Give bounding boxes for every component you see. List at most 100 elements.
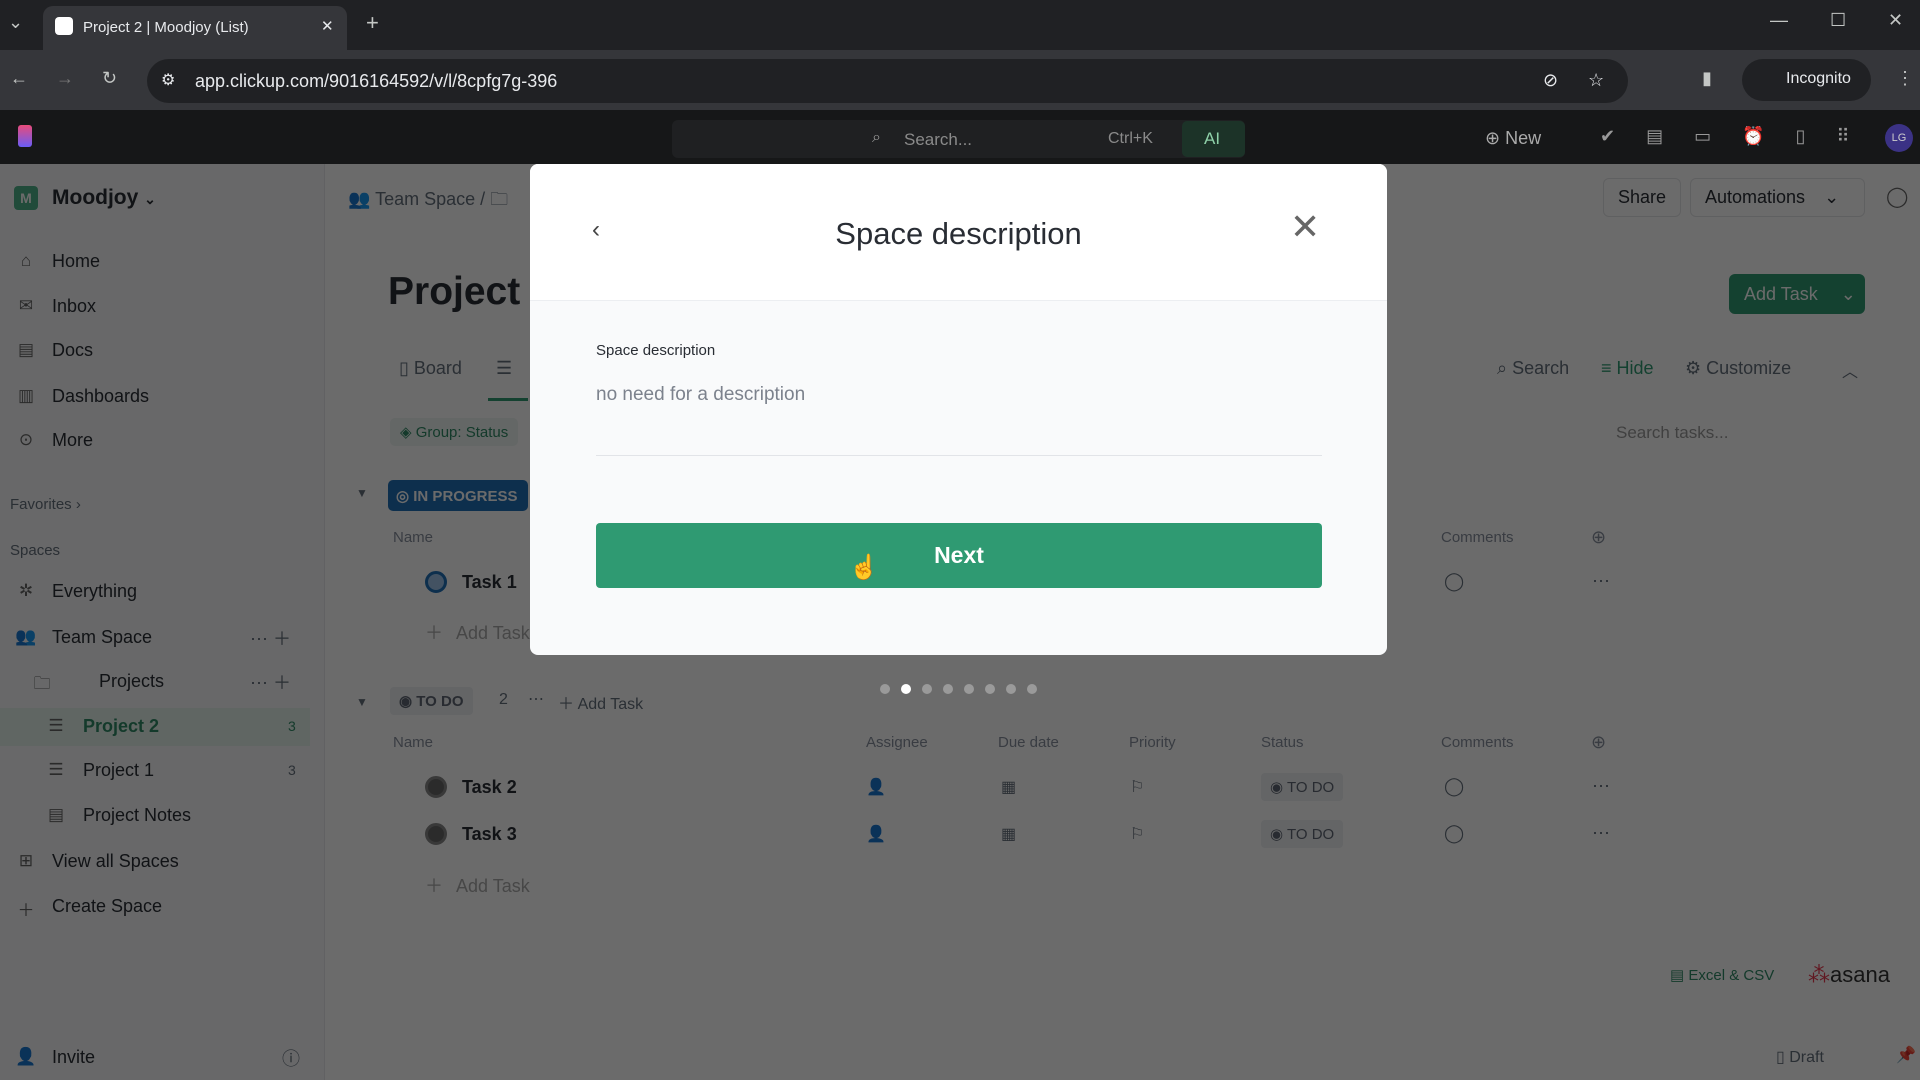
status-badge-todo[interactable]: ◉ TO DO [390, 687, 473, 715]
import-excel-button[interactable]: ▤ Excel & CSV [1670, 966, 1774, 984]
task-status-icon[interactable] [425, 776, 447, 798]
step-dot[interactable] [1006, 684, 1016, 694]
tab-list-icon[interactable]: ☰ [496, 358, 512, 379]
ai-button[interactable]: AI [1182, 121, 1245, 157]
assignee-add-icon[interactable]: 👤 [866, 777, 886, 797]
sidebar-item-home[interactable]: Home [52, 251, 100, 272]
side-panel-icon[interactable]: ▮ [1702, 68, 1712, 89]
next-button[interactable]: Next [596, 523, 1322, 588]
row-more-icon[interactable]: ⋯ [1592, 571, 1610, 592]
row-status-badge[interactable]: ◉ TO DO [1261, 820, 1344, 848]
step-dot[interactable] [985, 684, 995, 694]
assignee-add-icon[interactable]: 👤 [866, 824, 886, 844]
address-bar[interactable]: ⚙ app.clickup.com/9016164592/v/l/8cpfg7g… [147, 59, 1628, 103]
workspace-switcher[interactable]: Moodjoy ⌄ [52, 186, 156, 210]
close-window-icon[interactable]: ✕ [1888, 10, 1903, 31]
tab-search-icon[interactable]: ⌄ [8, 12, 23, 33]
tab-board[interactable]: ▯ Board [399, 358, 462, 379]
browser-tab[interactable]: Project 2 | Moodjoy (List) ✕ [43, 6, 347, 50]
add-column-icon[interactable]: ⊕ [1591, 527, 1606, 548]
search-button[interactable]: ⌕ Search [1497, 358, 1569, 379]
space-more-icon[interactable]: ⋯ ＋ [250, 625, 291, 651]
share-button[interactable]: Share [1603, 178, 1682, 217]
reload-icon[interactable]: ↻ [102, 68, 117, 89]
comment-icon[interactable]: ◯ [1444, 823, 1464, 844]
priority-flag-icon[interactable]: ⚐ [1130, 824, 1144, 844]
priority-flag-icon[interactable]: ⚐ [1130, 777, 1144, 797]
back-icon[interactable]: ← [10, 68, 28, 89]
add-task-row[interactable]: ＋ Add Task [425, 872, 530, 898]
invite-button[interactable]: Invite [52, 1047, 95, 1068]
task-status-icon[interactable] [425, 571, 447, 593]
task-row-3[interactable]: Task 3 [462, 824, 517, 845]
sidebar-item-more[interactable]: More [52, 430, 93, 451]
maximize-icon[interactable]: ☐ [1830, 10, 1846, 31]
sidebar-item-project-1[interactable]: Project 1 [83, 760, 154, 781]
collapse-icon[interactable]: ︿ [1842, 358, 1858, 382]
sidebar-item-inbox[interactable]: Inbox [52, 296, 96, 317]
new-tab-icon[interactable]: + [366, 10, 379, 36]
new-button[interactable]: ⊕ New [1485, 128, 1541, 149]
sidebar-item-project-notes[interactable]: Project Notes [83, 805, 191, 826]
due-date-icon[interactable]: ▦ [1001, 777, 1016, 797]
sidebar-item-docs[interactable]: Docs [52, 340, 93, 361]
collapse-group-icon[interactable]: ▼ [356, 695, 368, 709]
task-status-icon[interactable] [425, 823, 447, 845]
chat-icon[interactable]: ◯ [1886, 184, 1908, 209]
step-dot[interactable] [901, 684, 911, 694]
pin-icon[interactable]: 📌 [1896, 1045, 1916, 1065]
sidebar-item-everything[interactable]: Everything [52, 581, 137, 602]
asana-logo-text: asana [1830, 962, 1890, 987]
header-quick-icons[interactable]: ✔ ▤ ▭ ⏰ ▯ ⠿ [1600, 126, 1850, 147]
step-dot[interactable] [964, 684, 974, 694]
step-dot[interactable] [1027, 684, 1037, 694]
draft-button[interactable]: ▯ Draft [1776, 1047, 1824, 1067]
automations-button[interactable]: Automations ⌄ [1690, 178, 1865, 217]
folder-more-icon[interactable]: ⋯ ＋ [250, 669, 291, 695]
global-search-input[interactable]: ⌕ Search... Ctrl+K [672, 120, 1245, 158]
row-more-icon[interactable]: ⋯ [1592, 823, 1610, 844]
sidebar-item-team-space[interactable]: Team Space [52, 627, 152, 648]
comment-icon[interactable]: ◯ [1444, 776, 1464, 797]
row-more-icon[interactable]: ⋯ [1592, 776, 1610, 797]
step-dot[interactable] [922, 684, 932, 694]
search-tasks-input[interactable]: Search tasks... [1600, 418, 1865, 450]
avatar[interactable]: LG [1885, 124, 1913, 152]
breadcrumb[interactable]: 👥 Team Space / 🗀 [348, 187, 508, 217]
comment-icon[interactable]: ◯ [1444, 571, 1464, 592]
close-tab-icon[interactable]: ✕ [321, 17, 334, 35]
task-row-1[interactable]: Task 1 [462, 572, 517, 593]
view-all-spaces[interactable]: View all Spaces [52, 851, 179, 872]
bookmark-star-icon[interactable]: ☆ [1588, 70, 1604, 91]
minimize-icon[interactable]: — [1770, 10, 1788, 31]
group-add-task[interactable]: ＋ Add Task [558, 690, 643, 714]
add-column-icon[interactable]: ⊕ [1591, 732, 1606, 753]
sidebar-item-dashboards[interactable]: Dashboards [52, 386, 149, 407]
description-input[interactable]: no need for a description [596, 384, 1322, 456]
step-dot[interactable] [880, 684, 890, 694]
group-more-icon[interactable]: ⋯ [528, 689, 544, 709]
group-status-button[interactable]: ◈ Group: Status [390, 418, 519, 446]
add-task-row[interactable]: ＋ Add Task [425, 619, 530, 645]
add-task-button[interactable]: Add Task ⌄ [1729, 274, 1865, 314]
site-info-icon[interactable]: ⚙ [161, 70, 175, 90]
status-badge-in-progress[interactable]: ◎ IN PROGRESS [388, 480, 528, 511]
eye-off-icon[interactable]: ⊘ [1543, 70, 1558, 91]
hide-button[interactable]: ≡ Hide [1601, 358, 1654, 379]
sidebar-folder-projects[interactable]: Projects [99, 671, 164, 692]
clickup-logo-icon[interactable] [18, 125, 32, 147]
task-row-2[interactable]: Task 2 [462, 777, 517, 798]
import-asana-button[interactable]: ⁂asana [1808, 962, 1890, 988]
create-space[interactable]: Create Space [52, 896, 162, 917]
chrome-menu-icon[interactable]: ⋮ [1896, 68, 1914, 89]
customize-button[interactable]: ⚙ Customize [1685, 358, 1791, 379]
step-dot[interactable] [943, 684, 953, 694]
favorites-header[interactable]: Favorites › [10, 496, 81, 513]
collapse-group-icon[interactable]: ▼ [356, 486, 368, 500]
close-icon[interactable]: ✕ [1290, 206, 1320, 248]
row-status-badge[interactable]: ◉ TO DO [1261, 773, 1344, 801]
forward-icon[interactable]: → [56, 68, 74, 89]
incognito-badge[interactable]: Incognito [1742, 59, 1871, 101]
help-icon[interactable]: ⓘ [282, 1045, 300, 1071]
due-date-icon[interactable]: ▦ [1001, 824, 1016, 844]
